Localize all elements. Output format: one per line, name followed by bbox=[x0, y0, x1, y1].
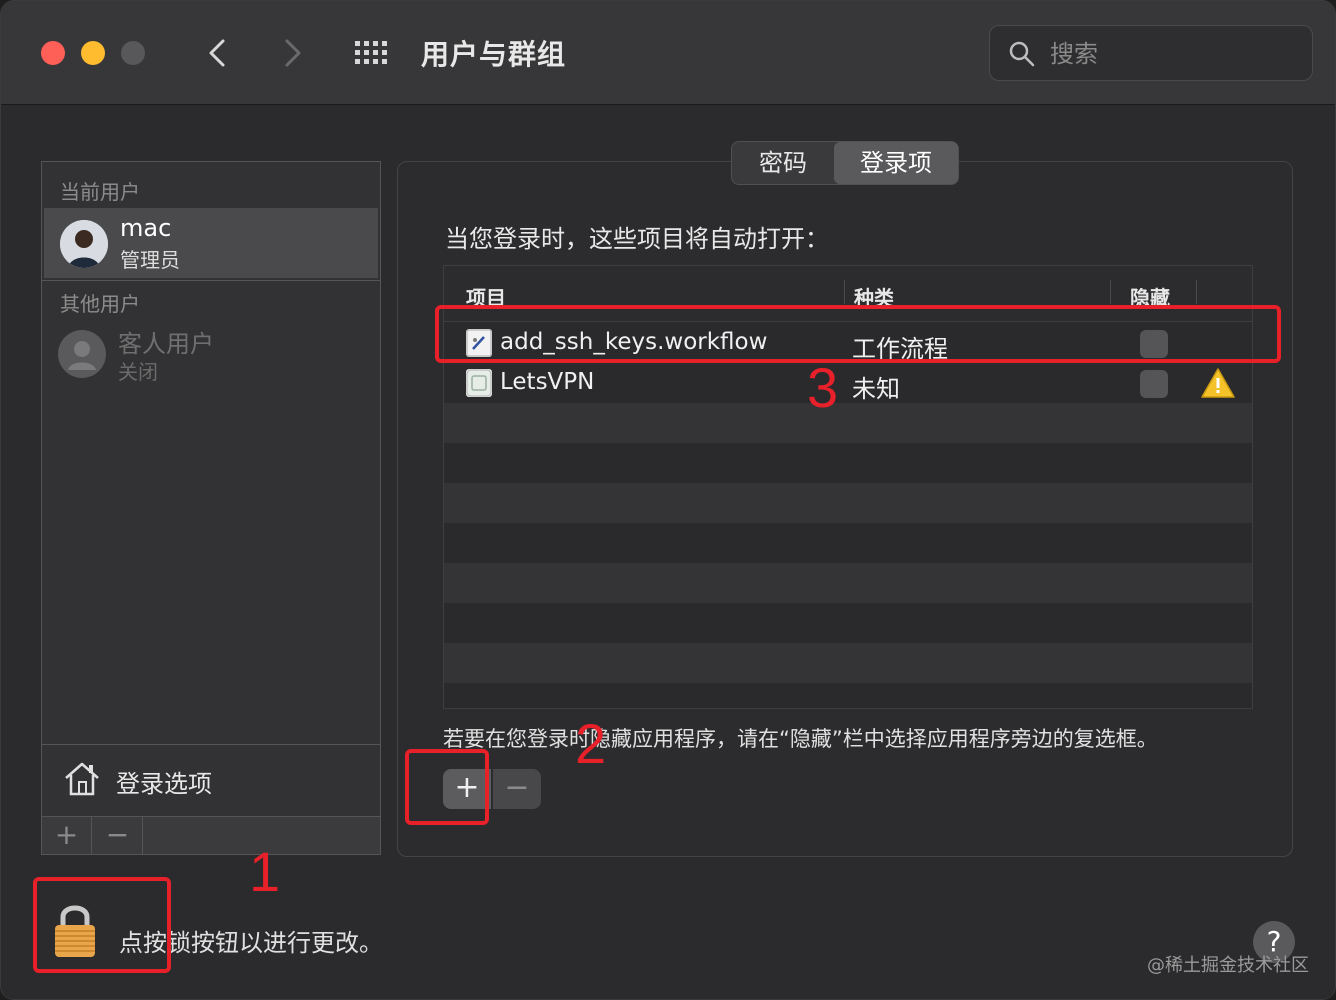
users-sidebar: 当前用户 mac 管理员 其他用户 客人用户 关闭 登录选项 + − bbox=[41, 161, 381, 855]
window-title: 用户与群组 bbox=[421, 38, 567, 71]
house-icon bbox=[65, 762, 99, 796]
divider bbox=[42, 280, 380, 281]
toolbar: 用户与群组 bbox=[1, 1, 1335, 105]
empty-row bbox=[444, 403, 1252, 443]
annotation-box-add bbox=[405, 749, 489, 825]
watermark: @稀土掘金技术社区 bbox=[1147, 955, 1309, 976]
annotation-number: 1 bbox=[249, 840, 281, 903]
tab-login-items[interactable]: 登录项 bbox=[834, 142, 958, 184]
empty-row bbox=[444, 683, 1252, 708]
sidebar-button-bar: + − bbox=[42, 816, 380, 855]
sidebar-item-mac[interactable]: mac 管理员 bbox=[44, 208, 378, 278]
annotation-number: 3 bbox=[807, 356, 839, 419]
tab-bar: 密码 登录项 bbox=[731, 141, 959, 185]
column-divider bbox=[844, 280, 845, 304]
column-divider bbox=[1110, 280, 1111, 304]
warning-icon bbox=[1200, 367, 1236, 403]
login-options-label: 登录选项 bbox=[116, 770, 212, 798]
item-name: LetsVPN bbox=[500, 369, 595, 395]
table-row[interactable]: LetsVPN 未知 bbox=[444, 363, 1252, 403]
empty-row bbox=[444, 603, 1252, 643]
zoom-window-button[interactable] bbox=[121, 41, 145, 65]
column-divider bbox=[1196, 280, 1197, 304]
search-icon bbox=[1009, 41, 1035, 67]
avatar bbox=[60, 220, 108, 268]
forward-button[interactable] bbox=[273, 31, 313, 75]
current-users-header: 当前用户 bbox=[60, 180, 140, 204]
user-name: mac bbox=[120, 214, 172, 242]
user-role: 管理员 bbox=[120, 248, 180, 272]
item-kind: 未知 bbox=[852, 375, 900, 403]
guest-user-status: 关闭 bbox=[118, 360, 158, 384]
search-field[interactable] bbox=[989, 25, 1313, 81]
forward-icon bbox=[285, 39, 301, 67]
remove-login-item-button[interactable]: − bbox=[493, 769, 541, 809]
add-user-button[interactable]: + bbox=[42, 817, 92, 855]
tab-password[interactable]: 密码 bbox=[732, 142, 834, 184]
hide-hint-text: 若要在您登录时隐藏应用程序，请在“隐藏”栏中选择应用程序旁边的复选框。 bbox=[443, 727, 1158, 751]
annotation-box-row bbox=[435, 305, 1281, 363]
other-users-header: 其他用户 bbox=[60, 292, 140, 316]
hide-checkbox[interactable] bbox=[1140, 370, 1168, 398]
app-icon bbox=[466, 369, 492, 397]
close-window-button[interactable] bbox=[41, 41, 65, 65]
show-all-button[interactable] bbox=[353, 39, 393, 67]
search-input[interactable] bbox=[1050, 36, 1290, 72]
empty-row bbox=[444, 443, 1252, 483]
guest-user-name[interactable]: 客人用户 bbox=[118, 324, 214, 359]
grid-icon bbox=[355, 41, 387, 64]
back-button[interactable] bbox=[197, 31, 237, 75]
login-options-button[interactable]: 登录选项 bbox=[42, 744, 380, 814]
empty-row bbox=[444, 483, 1252, 523]
empty-row bbox=[444, 523, 1252, 563]
remove-user-button[interactable]: − bbox=[93, 817, 143, 855]
empty-row bbox=[444, 643, 1252, 683]
annotation-number: 2 bbox=[575, 712, 607, 775]
annotation-box-lock bbox=[33, 877, 171, 973]
empty-row bbox=[444, 563, 1252, 603]
guest-avatar bbox=[58, 330, 106, 378]
login-items-heading: 当您登录时，这些项目将自动打开： bbox=[445, 225, 829, 253]
preferences-window: 用户与群组 当前用户 mac 管理员 其他用户 bbox=[0, 0, 1336, 1000]
back-icon bbox=[209, 39, 225, 67]
minimize-window-button[interactable] bbox=[81, 41, 105, 65]
